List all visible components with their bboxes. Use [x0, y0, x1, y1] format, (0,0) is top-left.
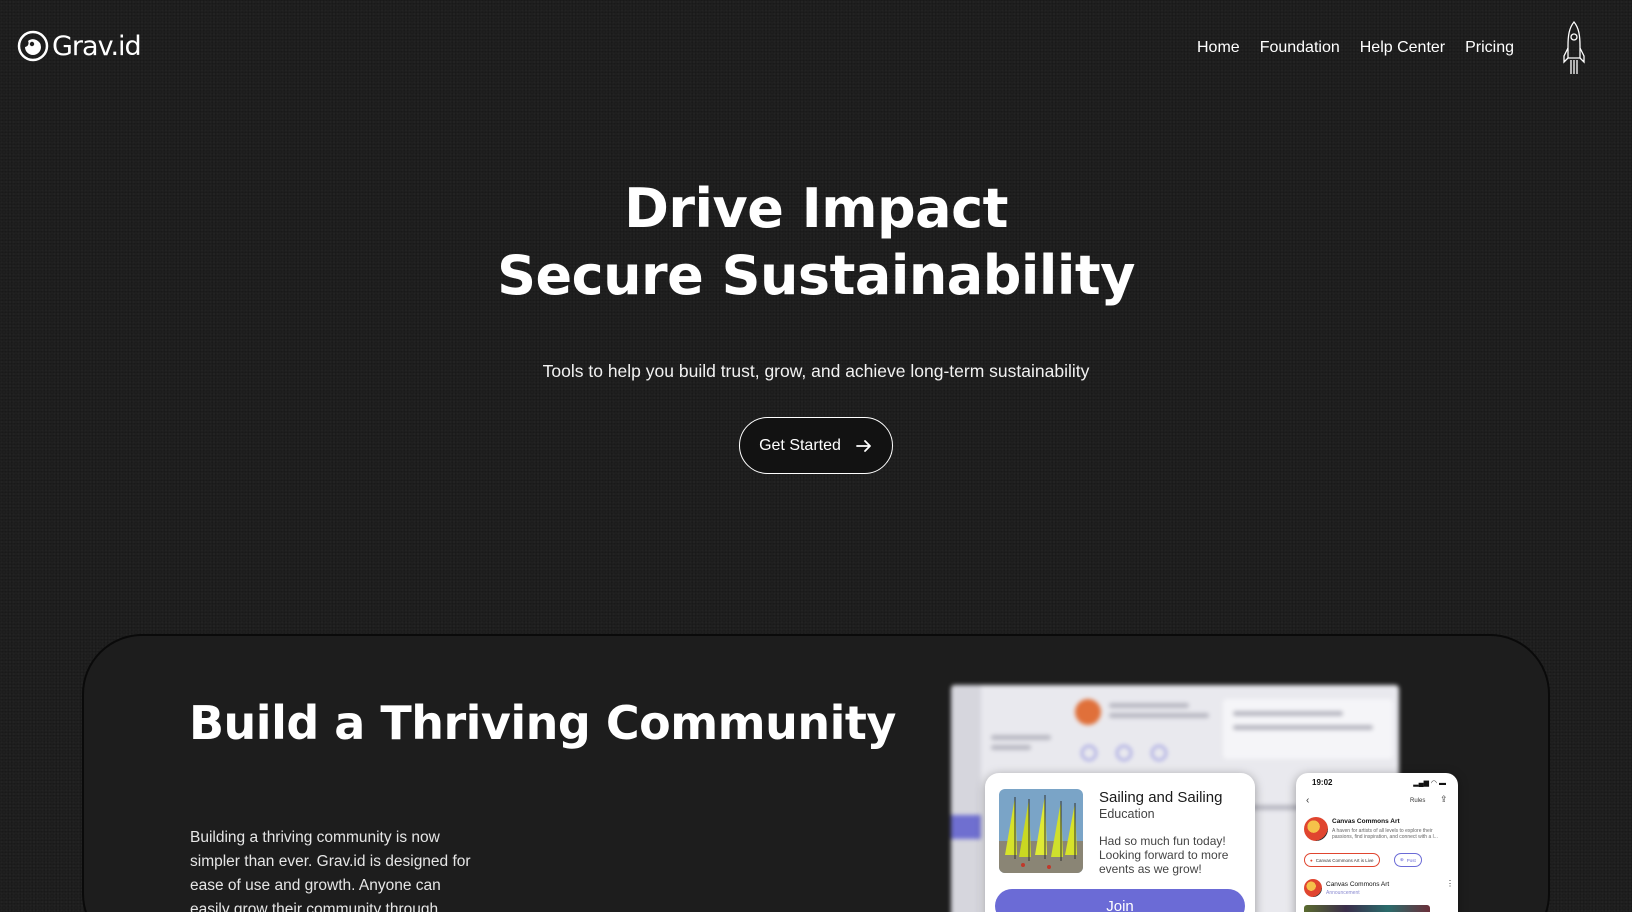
logo-text: Grav.id — [52, 30, 142, 62]
event-image — [999, 789, 1083, 873]
status-icons: ▂▄▆ ◠ ▬ — [1413, 780, 1446, 787]
back-icon[interactable]: ‹ — [1306, 795, 1309, 806]
arrow-right-icon — [856, 439, 871, 452]
nav-pricing[interactable]: Pricing — [1465, 39, 1514, 57]
rocket-icon[interactable] — [1563, 20, 1585, 76]
event-card: Sailing and Sailing Education Had so muc… — [985, 773, 1255, 912]
mockup-action — [1116, 745, 1132, 761]
live-pill-label: Canvas Commons Art is Live — [1315, 857, 1374, 863]
event-title: Sailing and Sailing — [1099, 789, 1223, 806]
section-title: Build a Thriving Community — [189, 696, 896, 750]
post-pill-label: Post — [1406, 857, 1416, 863]
phone-time: 19:02 — [1312, 778, 1333, 787]
community-name: Canvas Commons Art — [1332, 818, 1400, 825]
hero-title-line1: Drive Impact — [624, 177, 1008, 240]
share-icon[interactable]: ⇪ — [1440, 794, 1448, 805]
community-avatar — [1304, 817, 1328, 841]
mockup-line — [1233, 711, 1343, 716]
mockup-line — [1109, 713, 1209, 718]
event-description: Had so much fun today! Looking forward t… — [1099, 834, 1229, 876]
mockup-line — [1233, 725, 1373, 730]
rules-link[interactable]: Rules — [1410, 798, 1425, 804]
section-body: Building a thriving community is now sim… — [190, 829, 471, 912]
mockup-line — [991, 735, 1051, 740]
post-author: Canvas Commons Art — [1326, 881, 1390, 888]
mockup-action — [1151, 745, 1167, 761]
hero-subtitle: Tools to help you build trust, grow, and… — [542, 361, 1090, 381]
post-pill[interactable]: ⊕ Post — [1394, 853, 1422, 867]
post-type: Announcement — [1326, 890, 1360, 896]
hero-title: Drive Impact Secure Sustainability — [0, 175, 1632, 309]
mockup-sidebar — [951, 685, 981, 912]
logo[interactable]: Grav.id — [17, 30, 142, 62]
live-pill[interactable]: ● Canvas Commons Art is Live — [1304, 853, 1380, 867]
post-image — [1304, 905, 1430, 912]
mockup-line — [991, 745, 1031, 750]
nav-help-center[interactable]: Help Center — [1360, 39, 1445, 57]
logo-icon — [17, 30, 49, 62]
nav-home[interactable]: Home — [1197, 39, 1240, 57]
post-icon: ⊕ — [1400, 857, 1404, 862]
mockup-action — [1081, 745, 1097, 761]
hero-title-line2: Secure Sustainability — [497, 244, 1135, 307]
mockup-line — [1109, 703, 1189, 708]
get-started-button[interactable]: Get Started — [739, 417, 893, 474]
nav-foundation[interactable]: Foundation — [1260, 39, 1340, 57]
main-nav: Home Foundation Help Center Pricing — [1197, 39, 1514, 57]
mockup-sidebar-selected — [951, 815, 981, 839]
join-button[interactable]: Join — [995, 889, 1245, 912]
more-icon[interactable]: ⋮ — [1446, 879, 1454, 888]
post-avatar — [1304, 879, 1322, 897]
live-icon: ● — [1310, 857, 1313, 863]
phone-mockup: 19:02 ▂▄▆ ◠ ▬ ‹ Rules ⇪ Canvas Commons A… — [1296, 773, 1458, 912]
event-category: Education — [1099, 807, 1155, 821]
mockup-avatar — [1075, 699, 1101, 725]
get-started-label: Get Started — [759, 436, 841, 454]
community-description: A haven for artists of all levels to exp… — [1332, 828, 1438, 840]
